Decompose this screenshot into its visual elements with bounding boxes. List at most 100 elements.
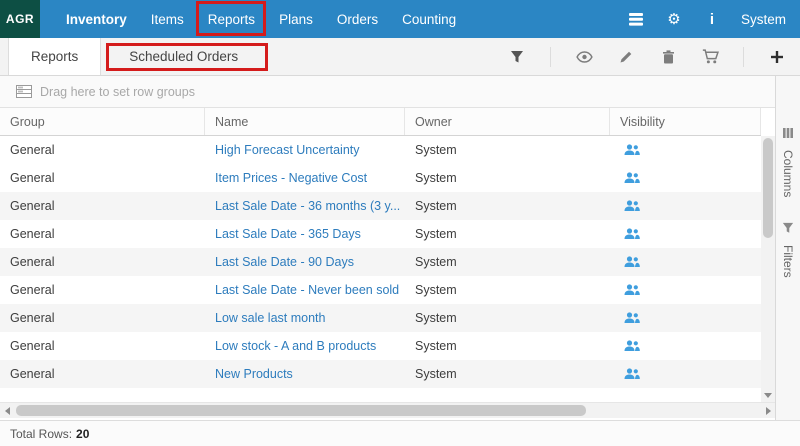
tab-bar: Reports Scheduled Orders: [0, 38, 800, 76]
report-link[interactable]: Last Sale Date - 365 Days: [215, 227, 361, 241]
cell-owner: System: [405, 360, 610, 388]
tab-reports[interactable]: Reports: [8, 38, 101, 75]
triangle-right-icon: [766, 407, 771, 415]
tab-scheduled-orders[interactable]: Scheduled Orders: [101, 38, 266, 75]
grid-body: GeneralHigh Forecast UncertaintySystemGe…: [0, 136, 761, 388]
cell-name: Last Sale Date - Never been sold: [205, 276, 405, 304]
nav-item-items[interactable]: Items: [139, 0, 196, 38]
total-rows-label: Total Rows:: [10, 427, 72, 441]
cell-owner: System: [405, 164, 610, 192]
row-groups-icon: [16, 85, 32, 98]
side-panel-item-columns[interactable]: Columns: [781, 126, 795, 197]
vertical-scrollbar-thumb[interactable]: [763, 138, 773, 238]
grid-toolbar: [508, 38, 800, 75]
report-link[interactable]: Low stock - A and B products: [215, 339, 376, 353]
column-header-visibility[interactable]: Visibility: [610, 108, 761, 135]
cell-owner: System: [405, 220, 610, 248]
table-row[interactable]: GeneralHigh Forecast UncertaintySystem: [0, 136, 761, 164]
report-link[interactable]: High Forecast Uncertainty: [215, 143, 360, 157]
gear-glyph: ⚙: [667, 12, 680, 27]
cell-name: Last Sale Date - 365 Days: [205, 220, 405, 248]
status-bar: Total Rows: 20: [0, 420, 800, 446]
cell-visibility: [610, 164, 761, 192]
report-link[interactable]: Last Sale Date - Never been sold: [215, 283, 399, 297]
cell-owner: System: [405, 332, 610, 360]
scroll-right-arrow[interactable]: [761, 403, 775, 418]
agr-logo[interactable]: AGR: [0, 0, 40, 38]
scroll-left-arrow[interactable]: [0, 403, 14, 418]
report-link[interactable]: New Products: [215, 367, 293, 381]
vertical-scrollbar[interactable]: [761, 136, 775, 402]
visibility-users-icon: [624, 200, 640, 212]
cell-name: High Forecast Uncertainty: [205, 136, 405, 164]
grid-header: GroupNameOwnerVisibility: [0, 108, 761, 136]
drop-zone-text: Drag here to set row groups: [40, 85, 195, 99]
report-link[interactable]: Item Prices - Negative Cost: [215, 171, 367, 185]
system-menu[interactable]: System: [741, 12, 786, 27]
total-rows-value: 20: [76, 427, 89, 441]
row-group-drop-zone[interactable]: Drag here to set row groups: [0, 76, 775, 108]
side-panel-label: Columns: [781, 150, 795, 197]
main-menu: InventoryItemsReportsPlansOrdersCounting: [54, 0, 468, 38]
cell-group: General: [0, 360, 205, 388]
table-row[interactable]: GeneralLast Sale Date - Never been soldS…: [0, 276, 761, 304]
cell-group: General: [0, 136, 205, 164]
nav-item-inventory[interactable]: Inventory: [54, 0, 139, 38]
table-row[interactable]: GeneralLast Sale Date - 90 DaysSystem: [0, 248, 761, 276]
cell-group: General: [0, 248, 205, 276]
visibility-users-icon: [624, 284, 640, 296]
filter-small-icon: [782, 221, 794, 239]
table-row[interactable]: General New Products System: [0, 360, 761, 388]
column-header-owner[interactable]: Owner: [405, 108, 610, 135]
table-row[interactable]: GeneralLow sale last monthSystem: [0, 304, 761, 332]
scroll-down-arrow[interactable]: [761, 388, 775, 402]
horizontal-scrollbar-thumb[interactable]: [16, 405, 586, 416]
trash-icon[interactable]: [659, 48, 677, 66]
nav-item-orders[interactable]: Orders: [325, 0, 390, 38]
table-row[interactable]: General Last Sale Date - 36 months (3 y..…: [0, 192, 761, 220]
cell-group: General: [0, 220, 205, 248]
cell-visibility: [610, 136, 761, 164]
report-link[interactable]: Last Sale Date - 90 Days: [215, 255, 354, 269]
cart-icon[interactable]: [701, 48, 719, 66]
cell-group: General: [0, 164, 205, 192]
filter-icon[interactable]: [508, 48, 526, 66]
columns-icon: [782, 126, 794, 144]
visibility-users-icon: [624, 368, 640, 380]
triangle-down-icon: [764, 393, 772, 398]
horizontal-scrollbar[interactable]: [0, 402, 775, 418]
cell-name: Low stock - A and B products: [205, 332, 405, 360]
cell-visibility: [610, 332, 761, 360]
pencil-icon[interactable]: [617, 48, 635, 66]
cell-owner: System: [405, 276, 610, 304]
nav-item-reports[interactable]: Reports: [196, 0, 267, 38]
visibility-users-icon: [624, 256, 640, 268]
report-link[interactable]: Last Sale Date - 36 months (3 y...: [215, 199, 400, 213]
nav-item-plans[interactable]: Plans: [267, 0, 325, 38]
cell-name: Last Sale Date - 36 months (3 y...: [205, 192, 405, 220]
cell-visibility: [610, 276, 761, 304]
side-panel-label: Filters: [781, 245, 795, 278]
cell-name: Low sale last month: [205, 304, 405, 332]
report-link[interactable]: Low sale last month: [215, 311, 325, 325]
table-row[interactable]: General Item Prices - Negative Cost System: [0, 164, 761, 192]
queue-icon[interactable]: [627, 10, 645, 28]
column-header-name[interactable]: Name: [205, 108, 405, 135]
side-panel-item-filters[interactable]: Filters: [781, 221, 795, 278]
plus-icon[interactable]: [768, 48, 786, 66]
app-window: AGR InventoryItemsReportsPlansOrdersCoun…: [0, 0, 800, 446]
column-header-group[interactable]: Group: [0, 108, 205, 135]
visibility-users-icon: [624, 172, 640, 184]
cell-group: General: [0, 192, 205, 220]
visibility-users-icon: [624, 228, 640, 240]
cell-group: General: [0, 332, 205, 360]
table-row[interactable]: General Last Sale Date - 365 Days System: [0, 220, 761, 248]
cell-name: Item Prices - Negative Cost: [205, 164, 405, 192]
nav-item-counting[interactable]: Counting: [390, 0, 468, 38]
gear-icon[interactable]: ⚙: [665, 10, 683, 28]
eye-icon[interactable]: [575, 48, 593, 66]
reports-grid: Drag here to set row groups GroupNameOwn…: [0, 76, 775, 420]
info-glyph: i: [710, 11, 714, 28]
info-icon[interactable]: i: [703, 10, 721, 28]
table-row[interactable]: General Low stock - A and B products Syste…: [0, 332, 761, 360]
